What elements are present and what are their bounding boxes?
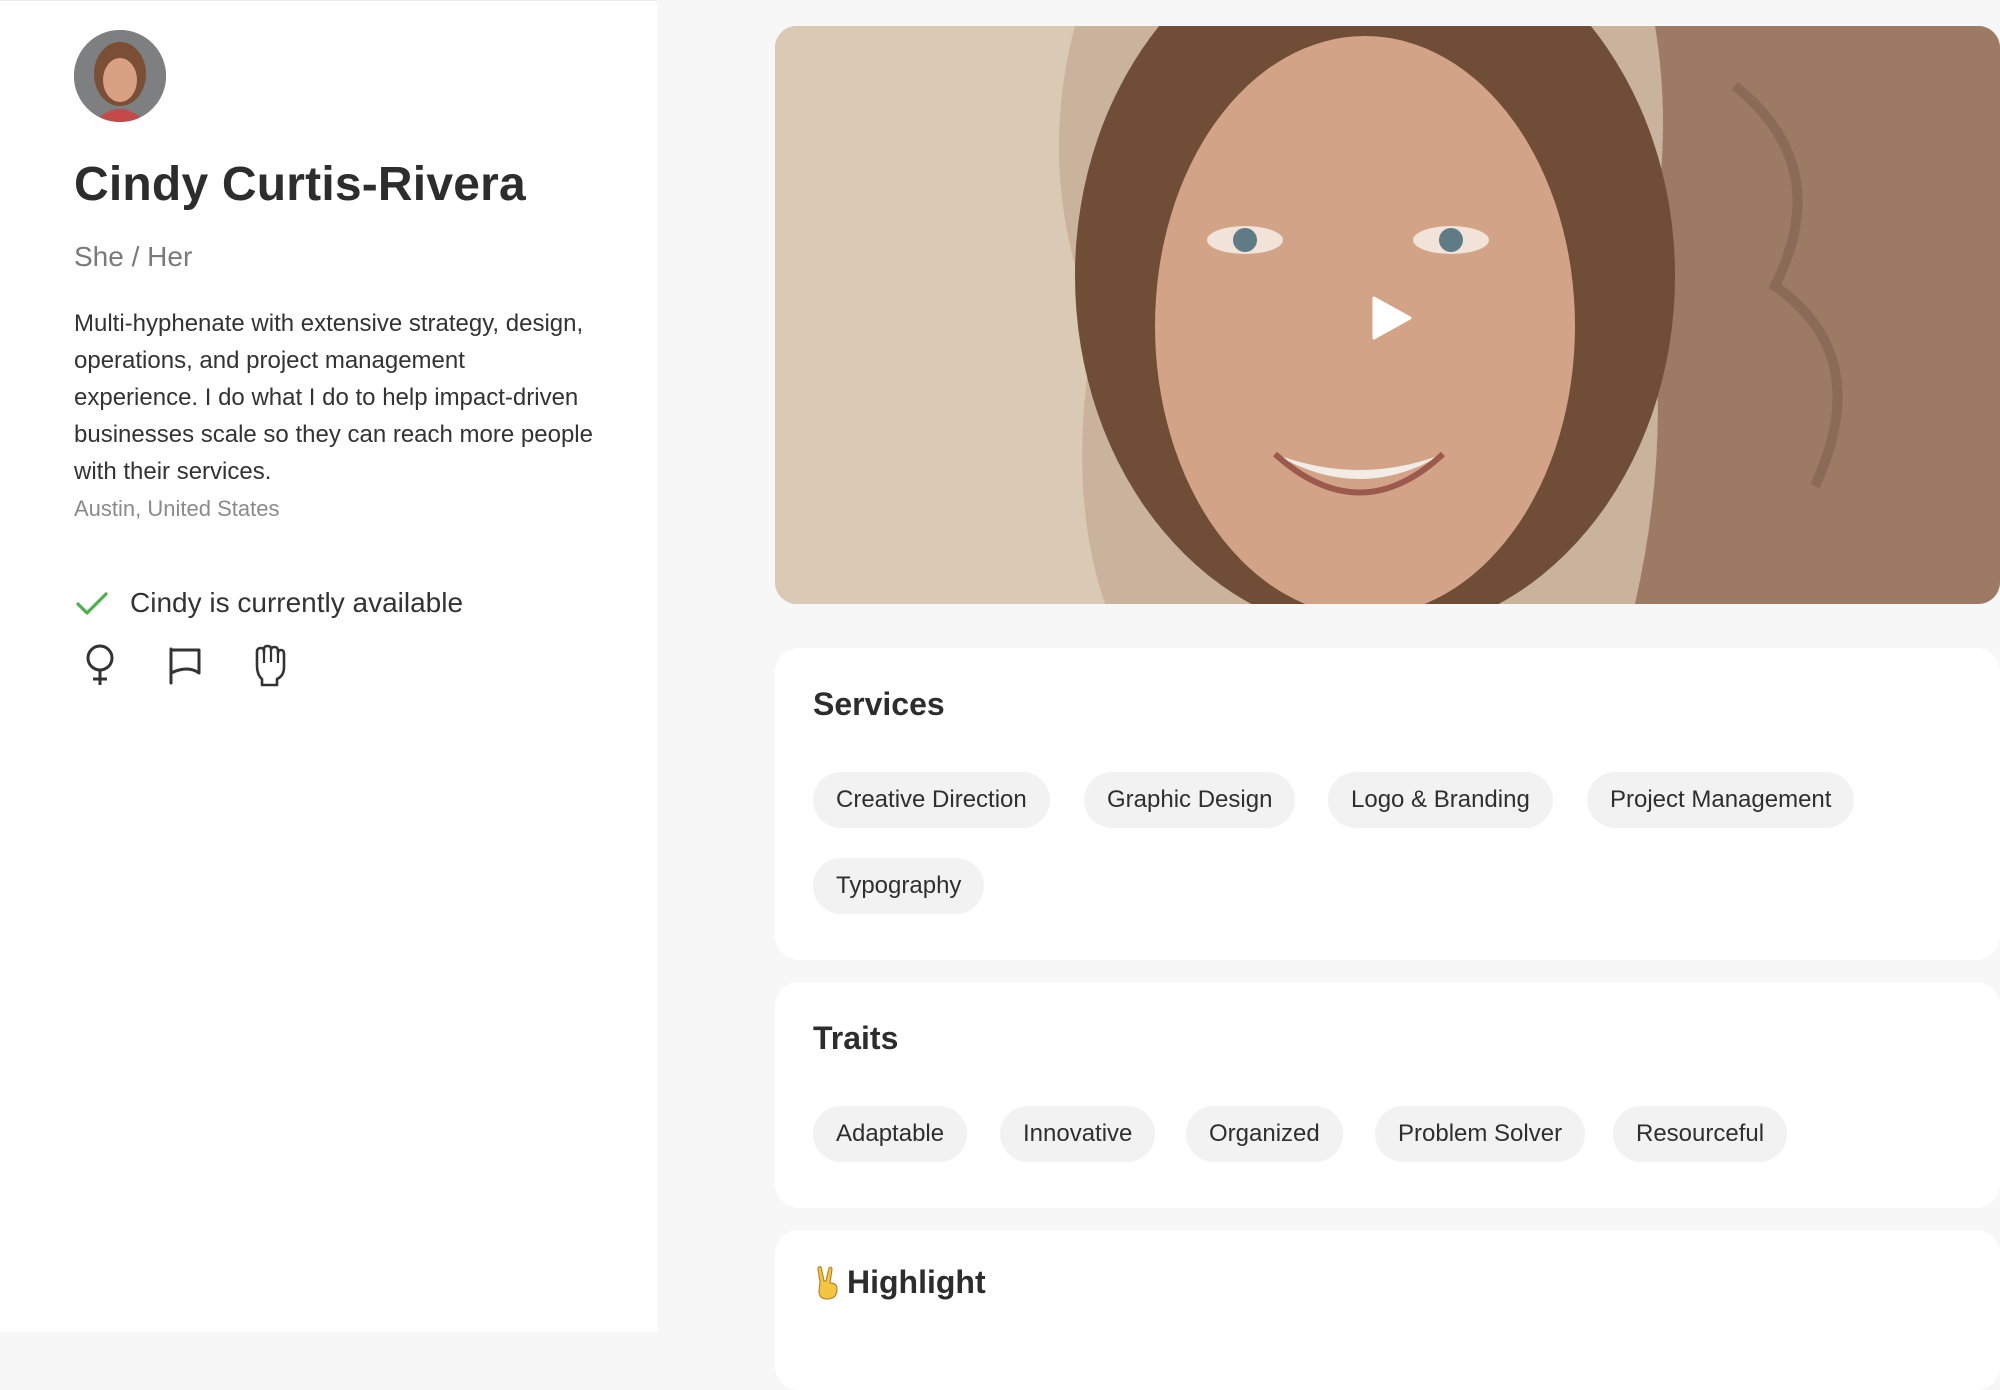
play-button[interactable] [1365,293,1415,343]
trait-pill[interactable]: Organized [1186,1106,1343,1162]
highlight-title: Highlight [847,1264,986,1300]
service-pill[interactable]: Graphic Design [1084,772,1296,828]
intro-video[interactable] [775,26,2000,604]
profile-sidebar: Cindy Curtis-Rivera She / Her Multi-hyph… [0,0,657,1332]
profile-location: Austin, United States [74,496,280,521]
availability-status: Cindy is currently available [74,583,463,623]
raised-fist-icon[interactable] [248,643,288,687]
avatar [74,30,166,122]
profile-pronouns: She / Her [74,241,193,272]
profile-name: Cindy Curtis-Rivera [74,158,526,211]
female-symbol-icon[interactable] [80,643,120,687]
traits-card: Traits Adaptable Innovative Organized Pr… [775,982,2000,1208]
highlight-title-row: Highlight [813,1264,986,1301]
play-icon [1372,296,1412,340]
services-card: Services Creative Direction Graphic Desi… [775,648,2000,960]
trait-pill[interactable]: Problem Solver [1375,1106,1586,1162]
availability-text: Cindy is currently available [130,587,464,618]
flag-icon[interactable] [164,643,204,687]
trait-pill[interactable]: Innovative [1000,1106,1156,1162]
highlight-card: Highlight [775,1230,2000,1390]
service-pill[interactable]: Project Management [1587,772,1855,828]
service-pill[interactable]: Creative Direction [813,772,1050,828]
services-title: Services [813,686,945,722]
trait-pill[interactable]: Adaptable [813,1106,968,1162]
victory-hand-icon [817,1265,838,1300]
service-pill[interactable]: Logo & Branding [1328,772,1553,828]
profile-bio: Multi-hyphenate with extensive strategy,… [74,310,593,485]
service-pill[interactable]: Typography [813,858,985,914]
traits-title: Traits [813,1020,899,1056]
identity-icons [80,643,288,687]
checkmark-icon [76,592,108,615]
trait-pill[interactable]: Resourceful [1613,1106,1788,1162]
profile-main: Services Creative Direction Graphic Desi… [775,0,2000,1390]
